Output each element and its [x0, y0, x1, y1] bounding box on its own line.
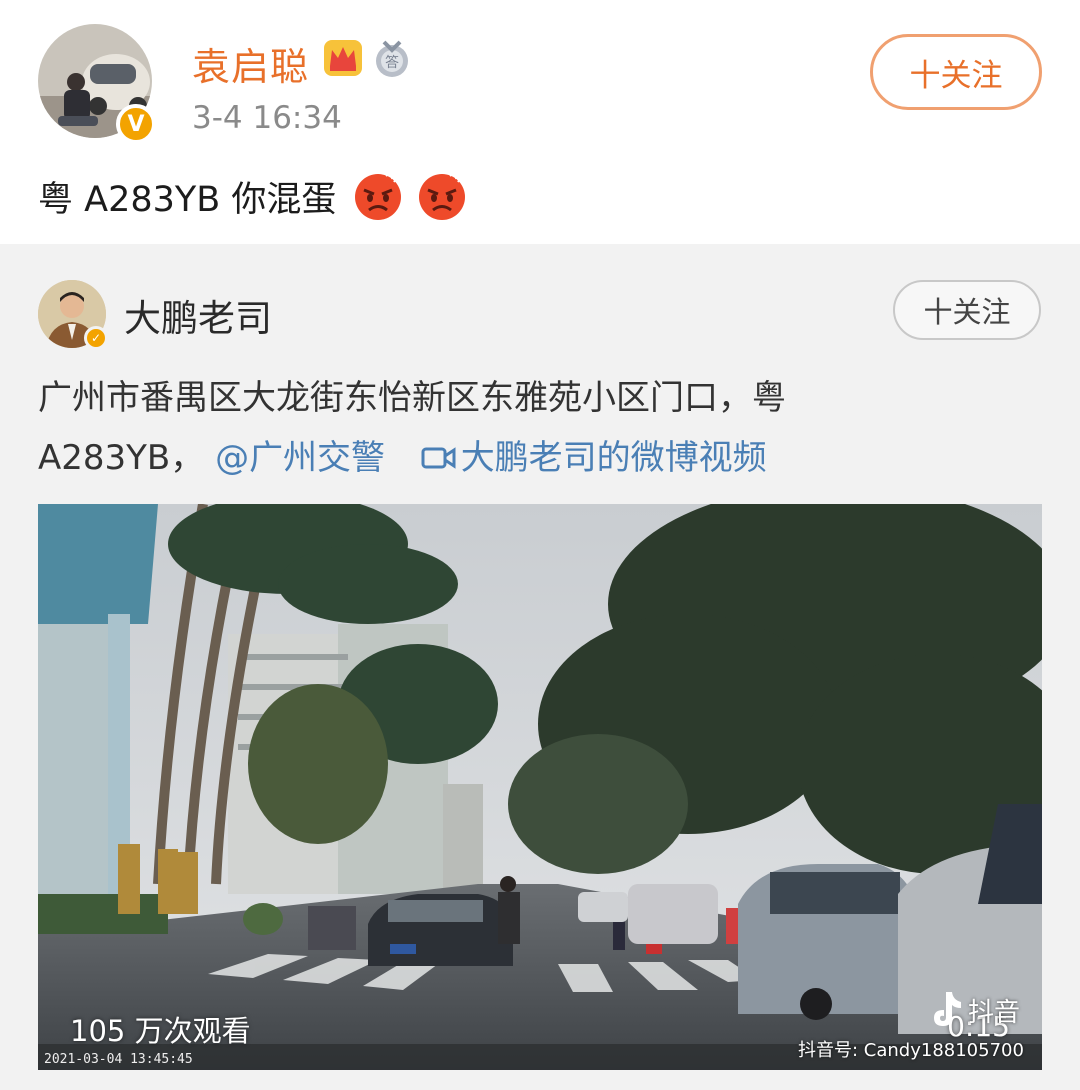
- video-link-label: 大鹏老司的微博视频: [460, 438, 767, 478]
- repost-text: 广州市番禺区大龙街东怡新区东雅苑小区门口，粤 A283YB， @广州交警 大鹏老…: [38, 368, 1048, 488]
- follow-button[interactable]: 十关注: [870, 34, 1042, 110]
- repost-text-line1: 广州市番禺区大龙街东怡新区东雅苑小区门口，粤: [38, 378, 786, 418]
- post-time: 3-4 16:34: [192, 100, 342, 136]
- video-player[interactable]: 105 万次观看 0:15 2021-03-04 13:45:45 抖音 抖音号…: [38, 504, 1042, 1070]
- video-camera-icon: [421, 447, 456, 469]
- post-header: V 袁启聪 答 3-4 16:34 十关注: [0, 0, 1080, 160]
- douyin-watermark: 抖音: [968, 998, 1021, 1028]
- video-link[interactable]: 大鹏老司的微博视频: [421, 438, 767, 478]
- douyin-id-watermark: 抖音号: Candy188105700: [798, 1040, 1024, 1061]
- repost-verified-badge: ✓: [84, 326, 108, 350]
- repost-text-line2: A283YB， @广州交警 大鹏老司的微博视频: [38, 428, 1048, 488]
- repost-card[interactable]: ✓ 大鹏老司 十关注 广州市番禺区大龙街东怡新区东雅苑小区门口，粤 A283YB…: [0, 244, 1080, 1090]
- medal-icon: 答: [376, 40, 408, 77]
- douyin-logo-icon: [934, 992, 961, 1026]
- angry-face-icon: [355, 170, 402, 220]
- angry-face-icon: [419, 170, 466, 220]
- repost-username[interactable]: 大鹏老司: [124, 288, 272, 342]
- mention-link[interactable]: @广州交警: [215, 438, 385, 478]
- username[interactable]: 袁启聪: [192, 36, 309, 91]
- video-thumbnail: [38, 504, 1042, 1070]
- repost-follow-button[interactable]: 十关注: [893, 280, 1041, 340]
- dashcam-timestamp: 2021-03-04 13:45:45: [44, 1052, 193, 1067]
- verified-badge: V: [116, 104, 156, 144]
- view-count: 105 万次观看: [70, 1014, 251, 1048]
- post-text: 粤 A283YB 你混蛋: [38, 170, 468, 222]
- post-text-body: 粤 A283YB 你混蛋: [38, 179, 337, 220]
- repost-text-plate: A283YB，: [38, 438, 205, 478]
- crown-icon: [324, 40, 362, 76]
- svg-text:答: 答: [385, 54, 399, 71]
